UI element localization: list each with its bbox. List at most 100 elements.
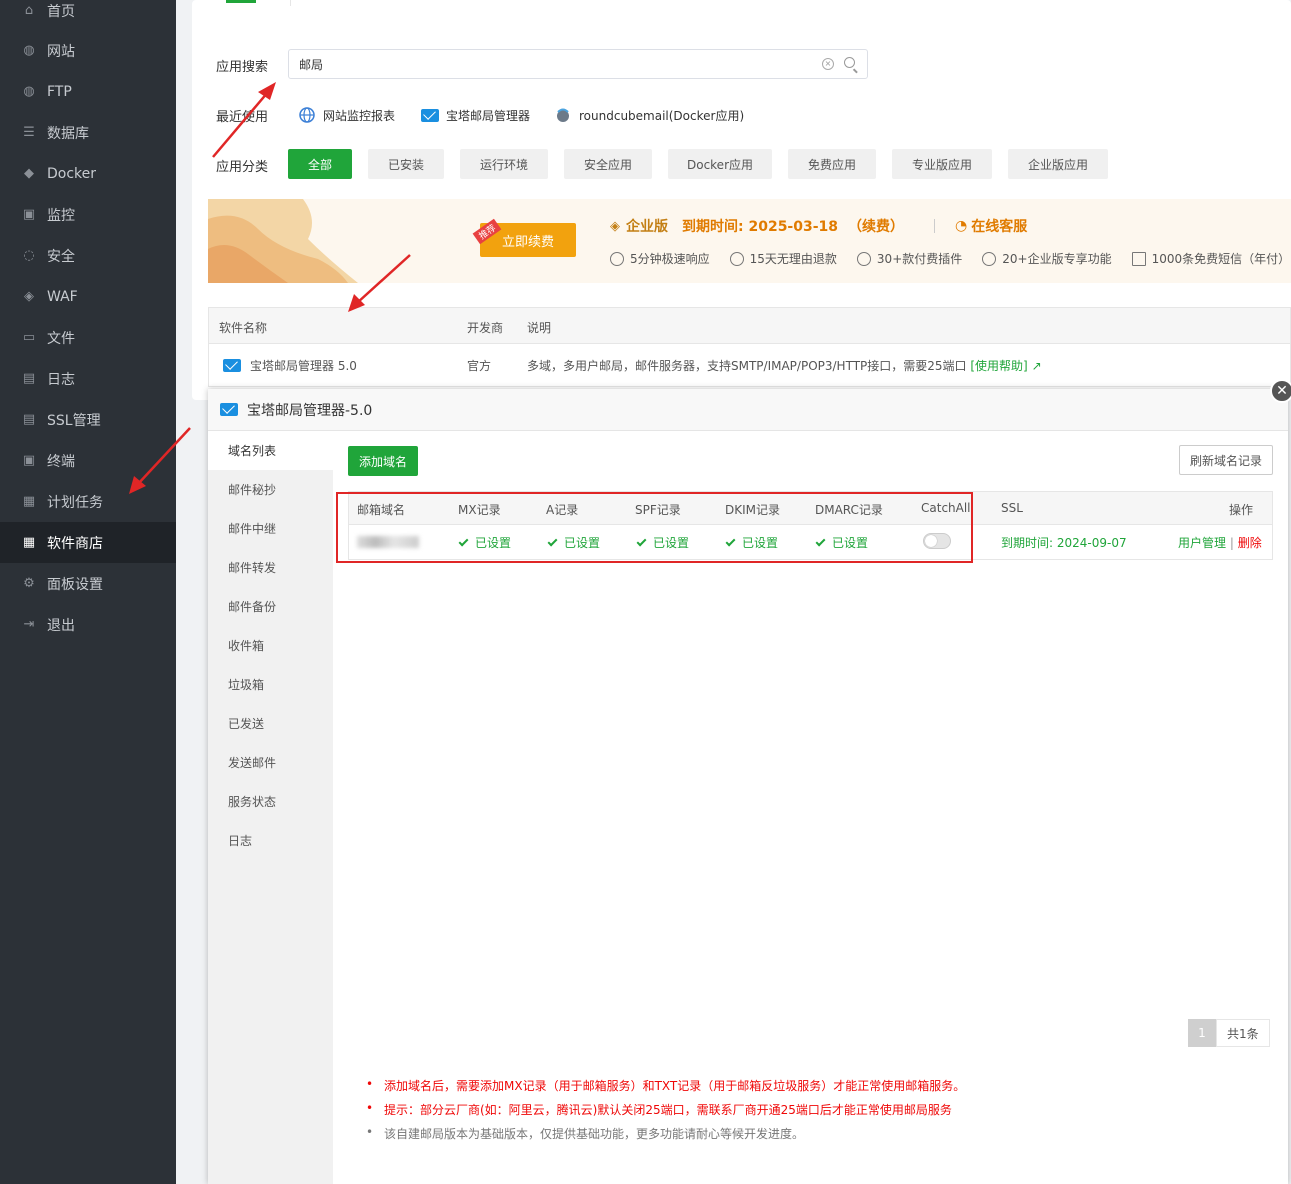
sidebar-item-logout[interactable]: ⇥ 退出 (0, 604, 176, 645)
category-label: 应用分类 (216, 160, 269, 175)
renew-now-button[interactable]: 推荐 立即续费 (472, 218, 576, 257)
sidebar: ⌂ 首页 ◍ 网站 ◍ FTP ☰ 数据库 ◆ Docker ▣ 监控 ◌ 安全 ◈ WAF ▭… (0, 0, 176, 1184)
category-docker[interactable]: Docker应用 (668, 149, 772, 179)
category-enterprise[interactable]: 企业版应用 (1008, 149, 1108, 179)
search-label: 应用搜索 (216, 60, 269, 75)
perk-item: 1000条免费短信（年付） (1131, 250, 1290, 267)
recent-item-label: roundcubemail(Docker应用) (579, 108, 745, 123)
diamond-icon (982, 251, 997, 266)
sidebar-item-security[interactable]: ◌ 安全 (0, 235, 176, 276)
delete-link[interactable]: 删除 (1238, 536, 1262, 550)
page-1-button[interactable]: 1 (1188, 1019, 1216, 1047)
recent-item-mail-manager[interactable]: 宝塔邮局管理器 (421, 106, 530, 124)
renew-link[interactable]: （续费） (848, 216, 904, 236)
menu-log[interactable]: 日志 (208, 821, 333, 860)
sidebar-item-home[interactable]: ⌂ 首页 (0, 0, 176, 31)
dialog-title: 宝塔邮局管理器-5.0 (247, 402, 373, 419)
refresh-records-button[interactable]: 刷新域名记录 (1179, 445, 1273, 475)
menu-send-mail[interactable]: 发送邮件 (208, 743, 333, 782)
roundcube-icon (554, 106, 572, 124)
notes-list: 添加域名后，需要添加MX记录（用于邮箱服务）和TXT记录（用于邮箱反垃圾服务）才… (366, 1073, 965, 1145)
sidebar-item-logs[interactable]: ▤ 日志 (0, 358, 176, 399)
enterprise-banner: 推荐 立即续费 ◈ 企业版 到期时间: 2025-03-18 （续费） ◔ 在线… (208, 199, 1291, 283)
action-separator: | (1229, 536, 1234, 550)
log-icon: ▤ (22, 371, 36, 386)
column-desc: 说明 (527, 321, 552, 335)
perk-label: 5分钟极速响应 (630, 252, 710, 266)
external-link-icon[interactable]: ↗ (1032, 359, 1042, 373)
sidebar-item-waf[interactable]: ◈ WAF (0, 276, 176, 317)
store-icon: ▦ (22, 535, 36, 550)
monitor-icon: ▣ (22, 207, 36, 222)
search-icon[interactable] (844, 57, 855, 68)
actions-cell: 用户管理 | 删除 (1178, 534, 1262, 551)
category-runtime[interactable]: 运行环境 (460, 149, 548, 179)
sidebar-item-cron[interactable]: ▦ 计划任务 (0, 481, 176, 522)
sidebar-item-label: 网站 (47, 43, 75, 60)
sidebar-item-monitor[interactable]: ▣ 监控 (0, 194, 176, 235)
sidebar-item-label: Docker (47, 165, 97, 182)
ftp-icon: ◍ (23, 84, 35, 99)
recent-item-monitor-report[interactable]: 网站监控报表 (298, 106, 395, 124)
sidebar-item-docker[interactable]: ◆ Docker (0, 153, 176, 194)
sidebar-item-files[interactable]: ▭ 文件 (0, 317, 176, 358)
perk-item: 15天无理由退款 (729, 250, 837, 267)
sidebar-item-terminal[interactable]: ▣ 终端 (0, 440, 176, 481)
annotation-highlight-box (336, 492, 973, 563)
category-all[interactable]: 全部 (288, 149, 352, 179)
menu-bcc[interactable]: 邮件秘抄 (208, 470, 333, 509)
sidebar-item-label: SSL管理 (47, 412, 101, 429)
sidebar-item-label: WAF (47, 288, 78, 305)
menu-backup[interactable]: 邮件备份 (208, 587, 333, 626)
menu-inbox[interactable]: 收件箱 (208, 626, 333, 665)
sidebar-item-database[interactable]: ☰ 数据库 (0, 112, 176, 153)
category-security[interactable]: 安全应用 (564, 149, 652, 179)
sidebar-item-store[interactable]: ▦ 软件商店 (0, 522, 176, 563)
menu-sent[interactable]: 已发送 (208, 704, 333, 743)
ssl-icon: ▤ (22, 412, 36, 427)
category-pro[interactable]: 专业版应用 (892, 149, 992, 179)
sidebar-item-label: 首页 (47, 3, 75, 20)
add-domain-button[interactable]: 添加域名 (348, 446, 418, 476)
sidebar-item-ssl[interactable]: ▤ SSL管理 (0, 399, 176, 440)
help-link[interactable]: [使用帮助] (970, 359, 1027, 373)
active-tab-indicator (226, 0, 256, 3)
menu-domain-list[interactable]: 域名列表 (208, 431, 333, 470)
perk-label: 30+款付费插件 (876, 252, 963, 266)
sms-icon (1131, 251, 1146, 266)
user-management-link[interactable]: 用户管理 (1178, 536, 1226, 550)
refund-icon (729, 251, 744, 266)
sidebar-item-label: 计划任务 (47, 494, 103, 511)
menu-relay[interactable]: 邮件中继 (208, 509, 333, 548)
divider (934, 219, 936, 233)
column-actions: 操作 (1229, 503, 1254, 517)
clear-icon[interactable]: × (822, 58, 834, 70)
sidebar-item-settings[interactable]: ⚙ 面板设置 (0, 563, 176, 604)
sidebar-item-label: 日志 (47, 371, 75, 388)
recent-label: 最近使用 (216, 110, 269, 125)
ssl-expiry[interactable]: 到期时间: 2024-09-07 (1001, 534, 1127, 551)
edition-label: 企业版 (626, 219, 668, 235)
online-service-link[interactable]: 在线客服 (971, 216, 1027, 236)
app-search-input[interactable]: 邮局 × (288, 49, 868, 79)
menu-spam[interactable]: 垃圾箱 (208, 665, 333, 704)
menu-forward[interactable]: 邮件转发 (208, 548, 333, 587)
waf-icon: ◈ (24, 289, 34, 304)
menu-service-status[interactable]: 服务状态 (208, 782, 333, 821)
sidebar-item-website[interactable]: ◍ 网站 (0, 30, 176, 71)
sidebar-item-ftp[interactable]: ◍ FTP (0, 71, 176, 112)
perk-label: 20+企业版专享功能 (1002, 252, 1112, 266)
pagination: 1 共1条 (1188, 1019, 1270, 1047)
docker-icon: ◆ (24, 166, 34, 181)
table-row[interactable]: 宝塔邮局管理器 5.0 官方 多域，多用户邮局，邮件服务器，支持SMTP/IMA… (209, 344, 1290, 386)
category-free[interactable]: 免费应用 (788, 149, 876, 179)
category-installed[interactable]: 已安装 (368, 149, 444, 179)
sidebar-item-label: FTP (47, 83, 72, 100)
diamond-icon: ◈ (610, 218, 620, 234)
chat-icon: ◔ (955, 218, 968, 234)
close-dialog-button[interactable]: ✕ (1270, 379, 1291, 403)
sidebar-item-label: 终端 (47, 453, 75, 470)
recent-item-roundcube[interactable]: roundcubemail(Docker应用) (554, 106, 744, 124)
sidebar-item-label: 监控 (47, 207, 75, 224)
sidebar-item-label: 软件商店 (47, 535, 103, 552)
